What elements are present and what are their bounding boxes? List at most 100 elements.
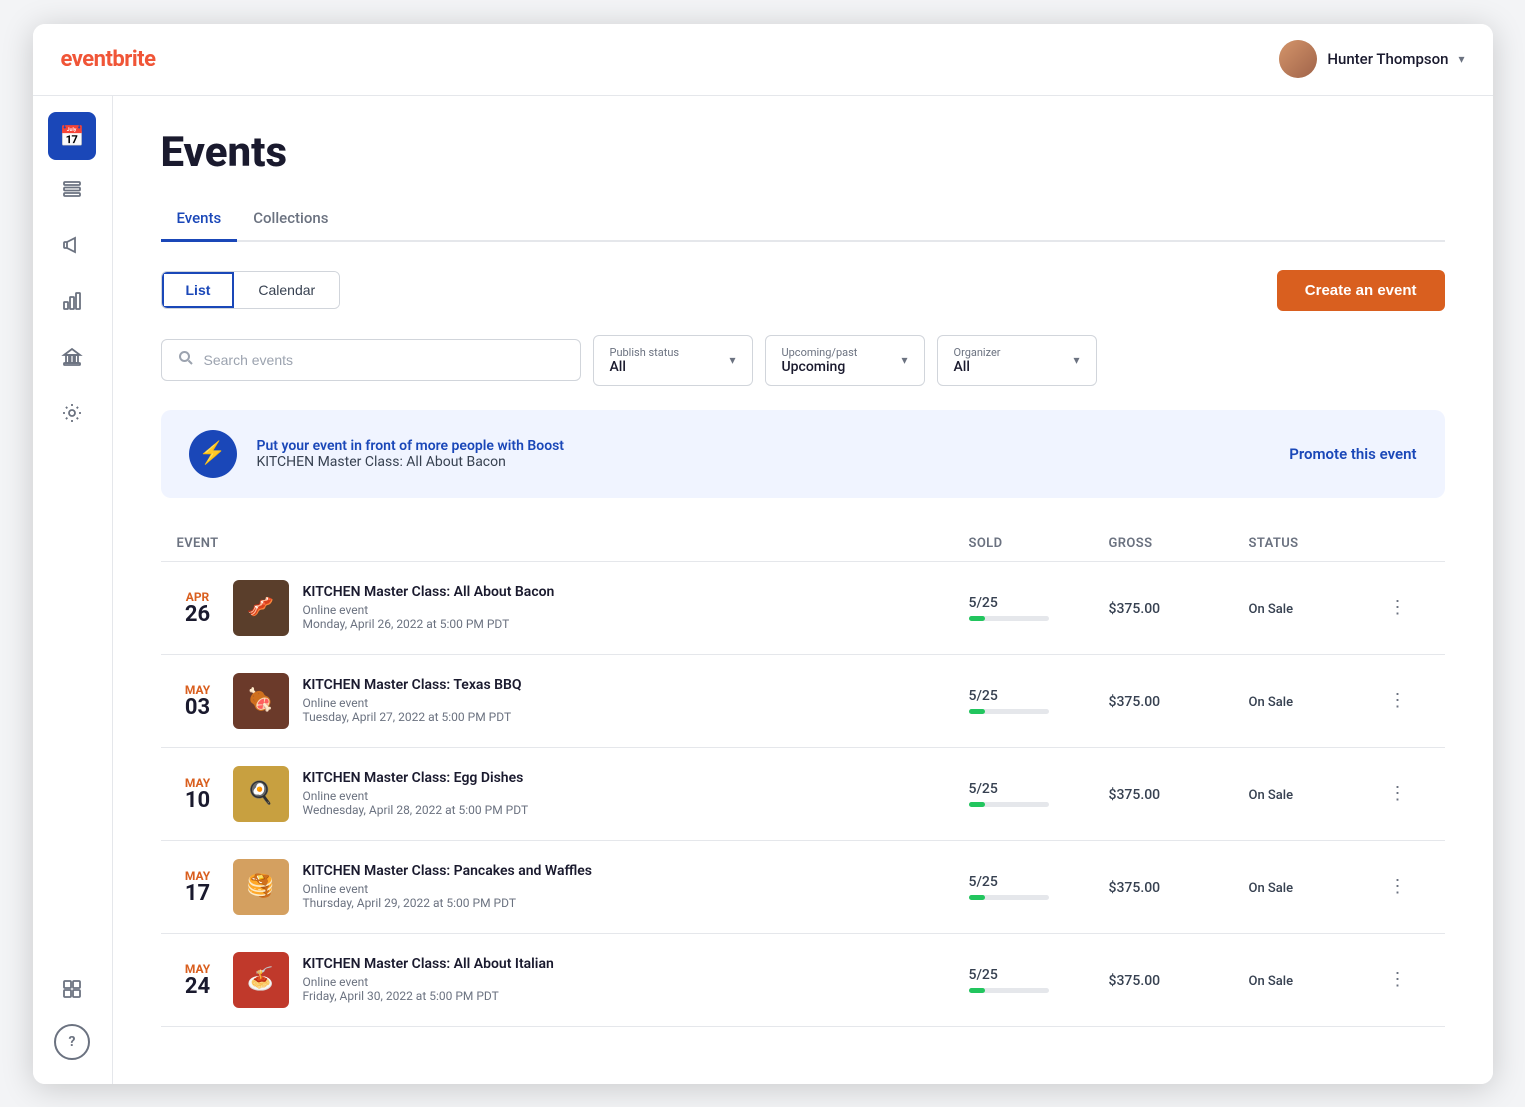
- col-gross: Gross: [1109, 536, 1249, 551]
- sidebar-item-finance[interactable]: [48, 336, 96, 384]
- sold-bar: [969, 895, 985, 900]
- date-badge: MAY 24: [177, 962, 219, 998]
- sidebar-item-help[interactable]: ?: [54, 1024, 90, 1060]
- more-actions-button[interactable]: ⋮: [1389, 783, 1407, 804]
- calendar-view-button[interactable]: Calendar: [234, 272, 339, 308]
- promote-event-link[interactable]: Promote this event: [1289, 445, 1416, 463]
- event-type: Online event: [303, 603, 555, 617]
- publish-status-chevron: ▾: [729, 353, 735, 367]
- page-title: Events: [161, 128, 1445, 177]
- time-filter-chevron: ▾: [901, 353, 907, 367]
- more-actions-button[interactable]: ⋮: [1389, 690, 1407, 711]
- event-type: Online event: [303, 882, 593, 896]
- gross-cell: $375.00: [1109, 784, 1249, 803]
- sold-cell: 5/25: [969, 874, 1109, 900]
- event-datetime: Monday, April 26, 2022 at 5:00 PM PDT: [303, 617, 555, 631]
- sold-count: 5/25: [969, 874, 1109, 890]
- sold-cell: 5/25: [969, 595, 1109, 621]
- table-row: MAY 10 🍳 KITCHEN Master Class: Egg Dishe…: [161, 748, 1445, 841]
- event-type: Online event: [303, 975, 554, 989]
- date-day: 17: [177, 883, 219, 905]
- event-type: Online event: [303, 696, 522, 710]
- table-body: APR 26 🥓 KITCHEN Master Class: All About…: [161, 562, 1445, 1027]
- gross-value: $375.00: [1109, 880, 1161, 896]
- publish-status-label: Publish status: [610, 346, 680, 359]
- help-icon: ?: [69, 1034, 76, 1050]
- more-actions-cell[interactable]: ⋮: [1389, 783, 1429, 804]
- list-icon: [61, 178, 83, 205]
- gross-cell: $375.00: [1109, 970, 1249, 989]
- more-actions-cell[interactable]: ⋮: [1389, 597, 1429, 618]
- status-cell: On Sale: [1249, 598, 1389, 617]
- sidebar-item-list[interactable]: [48, 168, 96, 216]
- date-day: 03: [177, 697, 219, 719]
- user-menu[interactable]: Hunter Thompson ▾: [1279, 40, 1464, 78]
- event-title: KITCHEN Master Class: All About Italian: [303, 956, 554, 972]
- event-datetime: Friday, April 30, 2022 at 5:00 PM PDT: [303, 989, 554, 1003]
- event-info: KITCHEN Master Class: All About Italian …: [303, 956, 554, 1003]
- date-day: 24: [177, 976, 219, 998]
- event-datetime: Wednesday, April 28, 2022 at 5:00 PM PDT: [303, 803, 529, 817]
- sidebar-item-apps[interactable]: [48, 968, 96, 1016]
- user-name: Hunter Thompson: [1327, 50, 1448, 68]
- organizer-filter[interactable]: Organizer All ▾: [937, 335, 1097, 386]
- table-row: MAY 03 🍖 KITCHEN Master Class: Texas BBQ…: [161, 655, 1445, 748]
- calendar-icon: 📅: [60, 124, 85, 148]
- event-info: KITCHEN Master Class: Texas BBQ Online e…: [303, 677, 522, 724]
- status-cell: On Sale: [1249, 970, 1389, 989]
- event-info: KITCHEN Master Class: All About Bacon On…: [303, 584, 555, 631]
- more-actions-button[interactable]: ⋮: [1389, 597, 1407, 618]
- sidebar-item-settings[interactable]: [48, 392, 96, 440]
- more-actions-cell[interactable]: ⋮: [1389, 876, 1429, 897]
- table-header: Event Sold Gross Status: [161, 526, 1445, 562]
- search-input[interactable]: [204, 352, 564, 368]
- organizer-chevron: ▾: [1073, 353, 1079, 367]
- sold-bar-bg: [969, 802, 1049, 807]
- tab-collections[interactable]: Collections: [237, 201, 344, 242]
- sidebar-item-calendar[interactable]: 📅: [48, 112, 96, 160]
- sold-count: 5/25: [969, 781, 1109, 797]
- sold-bar: [969, 988, 985, 993]
- event-thumbnail: 🍳: [233, 766, 289, 822]
- table-row: APR 26 🥓 KITCHEN Master Class: All About…: [161, 562, 1445, 655]
- eventbrite-logo[interactable]: eventbrite: [61, 47, 156, 72]
- sold-cell: 5/25: [969, 781, 1109, 807]
- time-filter-label: Upcoming/past: [782, 346, 858, 359]
- organizer-label: Organizer: [954, 346, 1001, 359]
- publish-status-value: All: [610, 359, 626, 375]
- more-actions-button[interactable]: ⋮: [1389, 969, 1407, 990]
- table-row: MAY 17 🥞 KITCHEN Master Class: Pancakes …: [161, 841, 1445, 934]
- create-event-button[interactable]: Create an event: [1277, 270, 1445, 311]
- chart-icon: [61, 290, 83, 317]
- time-filter[interactable]: Upcoming/past Upcoming ▾: [765, 335, 925, 386]
- event-title: KITCHEN Master Class: Egg Dishes: [303, 770, 529, 786]
- publish-status-filter[interactable]: Publish status All ▾: [593, 335, 753, 386]
- sold-count: 5/25: [969, 688, 1109, 704]
- event-thumbnail: 🥞: [233, 859, 289, 915]
- organizer-value: All: [954, 359, 970, 375]
- event-thumbnail: 🍖: [233, 673, 289, 729]
- gross-value: $375.00: [1109, 787, 1161, 803]
- sidebar-item-marketing[interactable]: [48, 224, 96, 272]
- gross-cell: $375.00: [1109, 691, 1249, 710]
- promo-title: Put your event in front of more people w…: [257, 438, 565, 454]
- event-info: KITCHEN Master Class: Egg Dishes Online …: [303, 770, 529, 817]
- search-icon: [178, 350, 194, 370]
- tab-events[interactable]: Events: [161, 201, 238, 242]
- gross-value: $375.00: [1109, 694, 1161, 710]
- list-view-button[interactable]: List: [162, 272, 235, 308]
- more-actions-cell[interactable]: ⋮: [1389, 690, 1429, 711]
- col-sold: Sold: [969, 536, 1109, 551]
- date-day: 26: [177, 604, 219, 626]
- more-actions-button[interactable]: ⋮: [1389, 876, 1407, 897]
- status-cell: On Sale: [1249, 877, 1389, 896]
- sidebar-item-analytics[interactable]: [48, 280, 96, 328]
- sold-count: 5/25: [969, 967, 1109, 983]
- more-actions-cell[interactable]: ⋮: [1389, 969, 1429, 990]
- search-box[interactable]: [161, 339, 581, 381]
- event-title: KITCHEN Master Class: Texas BBQ: [303, 677, 522, 693]
- gross-value: $375.00: [1109, 973, 1161, 989]
- filter-bar: Publish status All ▾ Upcoming/past Upcom…: [161, 335, 1445, 386]
- sold-bar: [969, 616, 985, 621]
- grid-icon: [61, 978, 83, 1005]
